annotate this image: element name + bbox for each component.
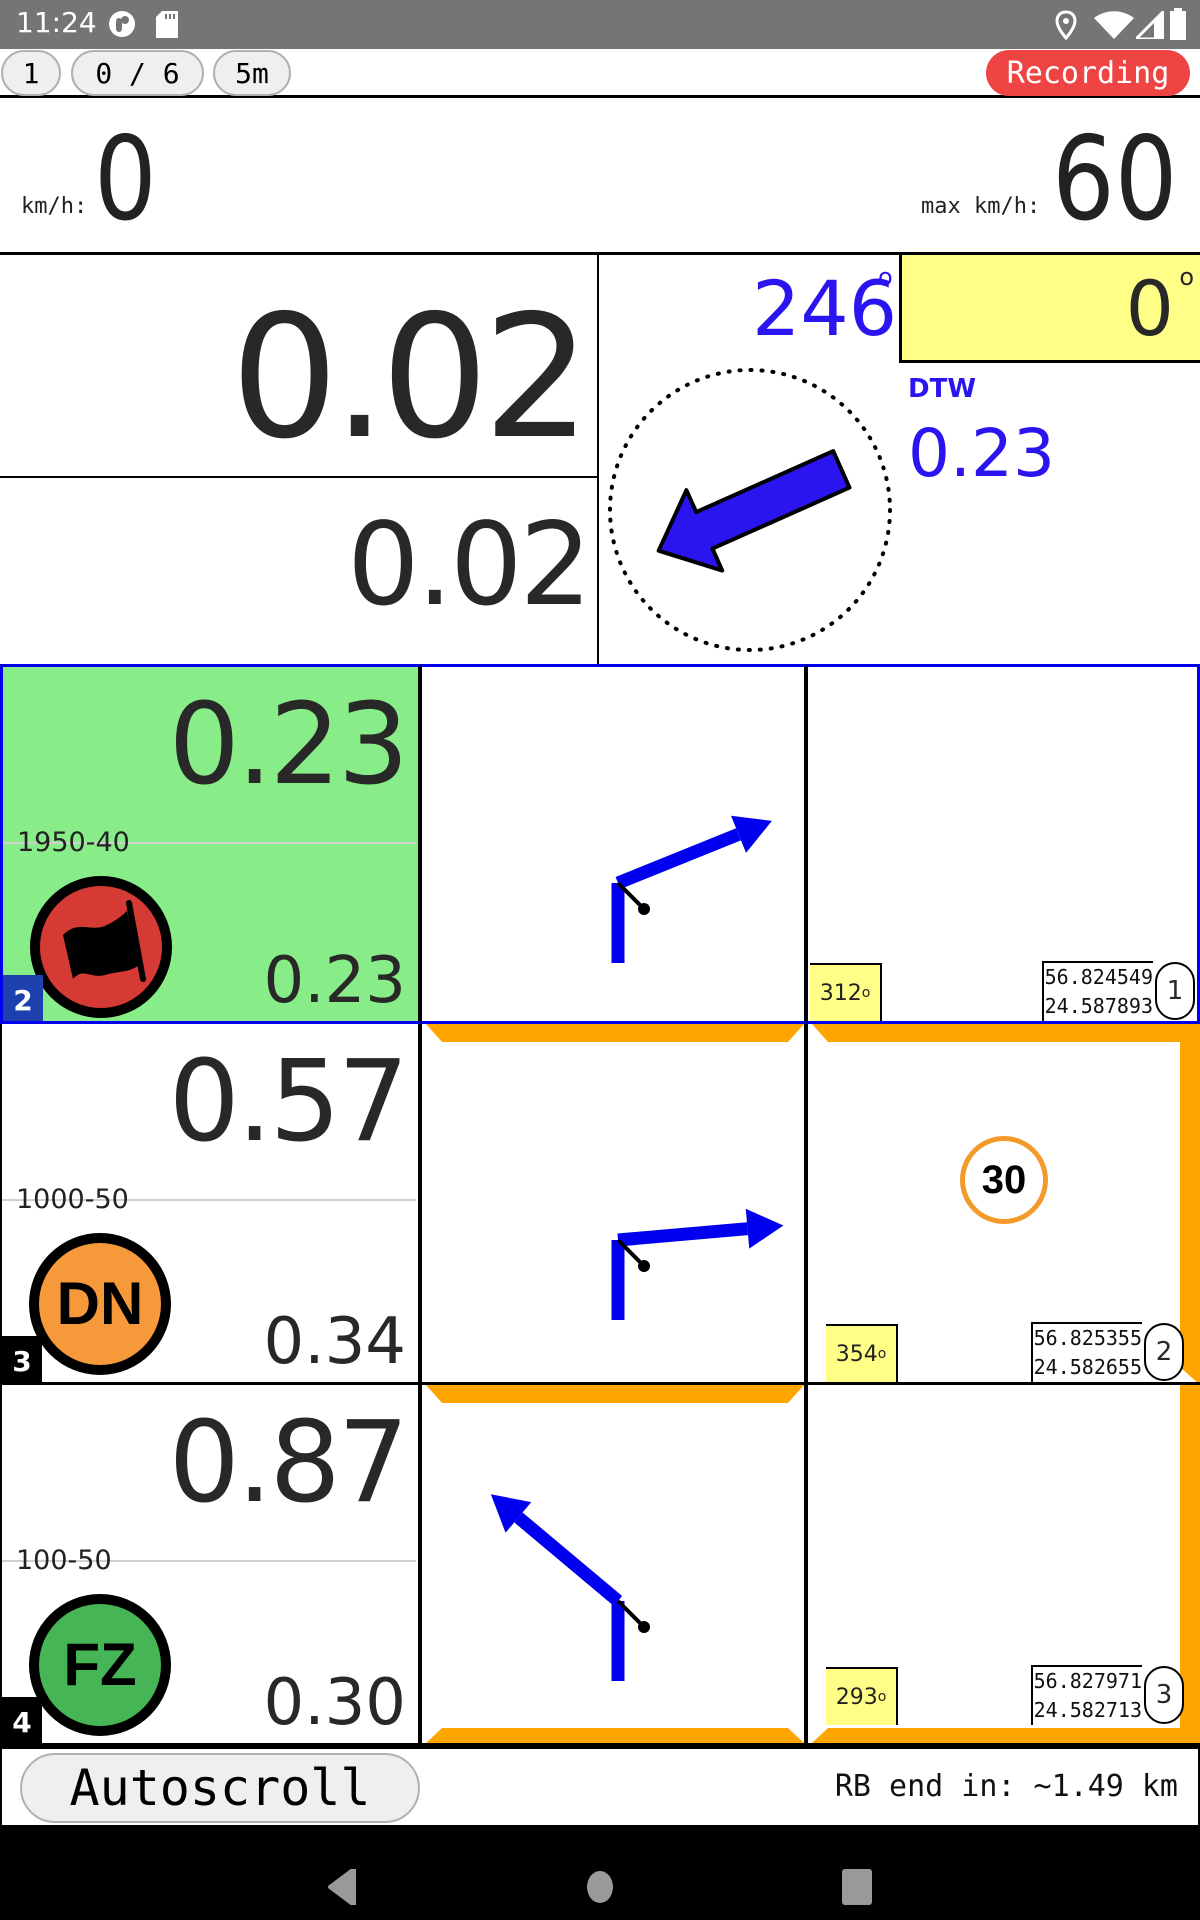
- waypoint-info-cell[interactable]: 0.57 1000-50 0.34 DN 3: [0, 1024, 422, 1385]
- turn-diagram-cell: [422, 1024, 808, 1385]
- waypoint-sub-distance: 0.23: [263, 944, 407, 1018]
- dtw-label: DTW: [908, 374, 976, 404]
- longitude: 24.582655: [1033, 1355, 1142, 1379]
- autoscroll-button[interactable]: Autoscroll: [20, 1753, 420, 1823]
- dn-badge-icon: DN: [29, 1233, 171, 1375]
- distance-secondary: 0.02: [347, 498, 592, 631]
- recents-icon[interactable]: [842, 1869, 872, 1905]
- rb-end-distance: RB end in: ~1.49 km: [834, 1769, 1178, 1804]
- bottom-bar: Autoscroll RB end in: ~1.49 km: [0, 1746, 1200, 1825]
- turn-arrow-icon: [611, 815, 772, 963]
- waypoint-number: 1: [1155, 962, 1195, 1020]
- icon-badge-text: DN: [57, 1270, 144, 1337]
- waypoint-sub-distance: 0.34: [263, 1305, 407, 1379]
- waypoint-bearing: 293 o: [826, 1667, 898, 1725]
- page-button-label: 1: [22, 56, 40, 90]
- waypoint-detail-cell[interactable]: 354 o 56.825355 24.582655 2 30: [808, 1024, 1200, 1385]
- longitude: 24.582713: [1033, 1698, 1142, 1722]
- recording-badge-label: Recording: [1006, 55, 1170, 91]
- speed-limit-value: 30: [981, 1157, 1027, 1202]
- waypoint-detail-cell[interactable]: 312 o 56.824549 24.587893 1: [808, 664, 1200, 1024]
- interval-button-label: 5m: [235, 56, 269, 90]
- bearing-value: 354: [835, 1341, 878, 1367]
- navigation-panel: 0.02 0.02 246 o 0 o DTW 0.23: [0, 255, 1200, 664]
- max-speed-value: 60: [1052, 112, 1178, 247]
- flag-icon: [30, 876, 172, 1018]
- bearing-degree: o: [861, 985, 871, 1001]
- icon-badge-text: FZ: [63, 1631, 136, 1698]
- speed-value: 0: [94, 112, 157, 247]
- waypoint-coordinates: 56.825355 24.582655: [1030, 1322, 1142, 1382]
- speed-row: km/h: 0 max km/h: 60: [0, 98, 1200, 255]
- cell-signal-icon: [1136, 11, 1164, 39]
- waypoint-bearing: 354 o: [826, 1324, 898, 1382]
- waypoint-distance: 0.23: [168, 680, 409, 810]
- back-icon[interactable]: [328, 1869, 356, 1905]
- waypoint-range: 1950-40: [17, 827, 130, 858]
- wifi-icon: [1094, 11, 1134, 39]
- deviation-box: 0 o: [899, 255, 1200, 363]
- waypoint-info-cell[interactable]: 0.23 1950-40 0.23 2: [0, 664, 422, 1024]
- compass-arrow-icon: [656, 449, 852, 573]
- turn-arrow-icon: [426, 1385, 804, 1743]
- bearing-degree: o: [877, 1689, 887, 1705]
- bearing-value: 312: [819, 980, 862, 1006]
- waypoint-info-cell[interactable]: 0.87 100-50 0.30 FZ 4: [0, 1385, 422, 1746]
- autoscroll-label: Autoscroll: [69, 1759, 371, 1817]
- latitude: 56.824549: [1044, 965, 1153, 989]
- distance-secondary-panel: 0.02: [0, 478, 599, 664]
- heading-value: 246: [752, 264, 898, 353]
- waypoint-detail-cell[interactable]: 293 o 56.827971 24.582713 3: [808, 1385, 1200, 1746]
- waypoint-index-badge: 3: [2, 1336, 42, 1382]
- status-bar: 11:24: [0, 0, 1200, 49]
- waypoint-coordinates: 56.824549 24.587893: [1041, 961, 1153, 1021]
- waypoint-index-badge: 2: [3, 975, 43, 1021]
- turn-arrow-icon: [426, 1024, 804, 1320]
- latitude: 56.825355: [1033, 1326, 1142, 1350]
- waypoint-number: 3: [1144, 1666, 1184, 1724]
- status-time: 11:24: [16, 6, 97, 39]
- app-notification-icon: [109, 11, 135, 37]
- distance-primary: 0.02: [230, 279, 591, 477]
- latitude: 56.827971: [1033, 1669, 1142, 1693]
- waypoint-grid: 0.23 1950-40 0.23 2 312 o 56.824549 24.587893 1 0…: [0, 664, 1200, 1746]
- page-button[interactable]: 1: [1, 50, 61, 96]
- compass-dial: [608, 368, 892, 652]
- battery-icon: [1170, 8, 1186, 40]
- waypoint-sub-distance: 0.30: [263, 1666, 407, 1740]
- toolbar: 1 0 / 6 5m Recording: [0, 49, 1200, 98]
- turn-diagram-cell: [422, 1385, 808, 1746]
- bearing-value: 293: [835, 1684, 878, 1710]
- interval-button[interactable]: 5m: [213, 50, 291, 96]
- waypoint-coordinates: 56.827971 24.582713: [1030, 1665, 1142, 1725]
- sd-card-icon: [156, 11, 178, 38]
- deviation-degree: o: [1179, 263, 1194, 291]
- waypoint-distance: 0.87: [168, 1398, 409, 1528]
- waypoint-range: 100-50: [16, 1545, 112, 1576]
- system-nav-bar: [0, 1825, 1200, 1920]
- waypoint-number: 2: [1144, 1323, 1184, 1381]
- dtw-value: 0.23: [908, 415, 1055, 492]
- counter-button[interactable]: 0 / 6: [71, 50, 204, 96]
- waypoint-range: 1000-50: [16, 1184, 129, 1215]
- heading-degree: o: [878, 263, 893, 291]
- fz-badge-icon: FZ: [29, 1594, 171, 1736]
- counter-button-label: 0 / 6: [95, 56, 180, 90]
- waypoint-bearing: 312 o: [810, 963, 882, 1021]
- deviation-value: 0: [1125, 264, 1174, 353]
- home-icon[interactable]: [586, 1869, 614, 1905]
- waypoint-index-badge: 4: [2, 1697, 42, 1743]
- speed-limit-sign-icon: 30: [960, 1136, 1048, 1224]
- max-speed-label: max km/h:: [921, 194, 1041, 219]
- waypoint-distance: 0.57: [168, 1037, 409, 1167]
- longitude: 24.587893: [1044, 994, 1153, 1018]
- recording-badge[interactable]: Recording: [986, 50, 1190, 96]
- bearing-degree: o: [877, 1346, 887, 1362]
- speed-unit-label: km/h:: [21, 194, 88, 219]
- distance-primary-panel: 0.02: [0, 255, 599, 478]
- location-icon: [1055, 10, 1077, 40]
- turn-diagram-cell: [422, 664, 808, 1024]
